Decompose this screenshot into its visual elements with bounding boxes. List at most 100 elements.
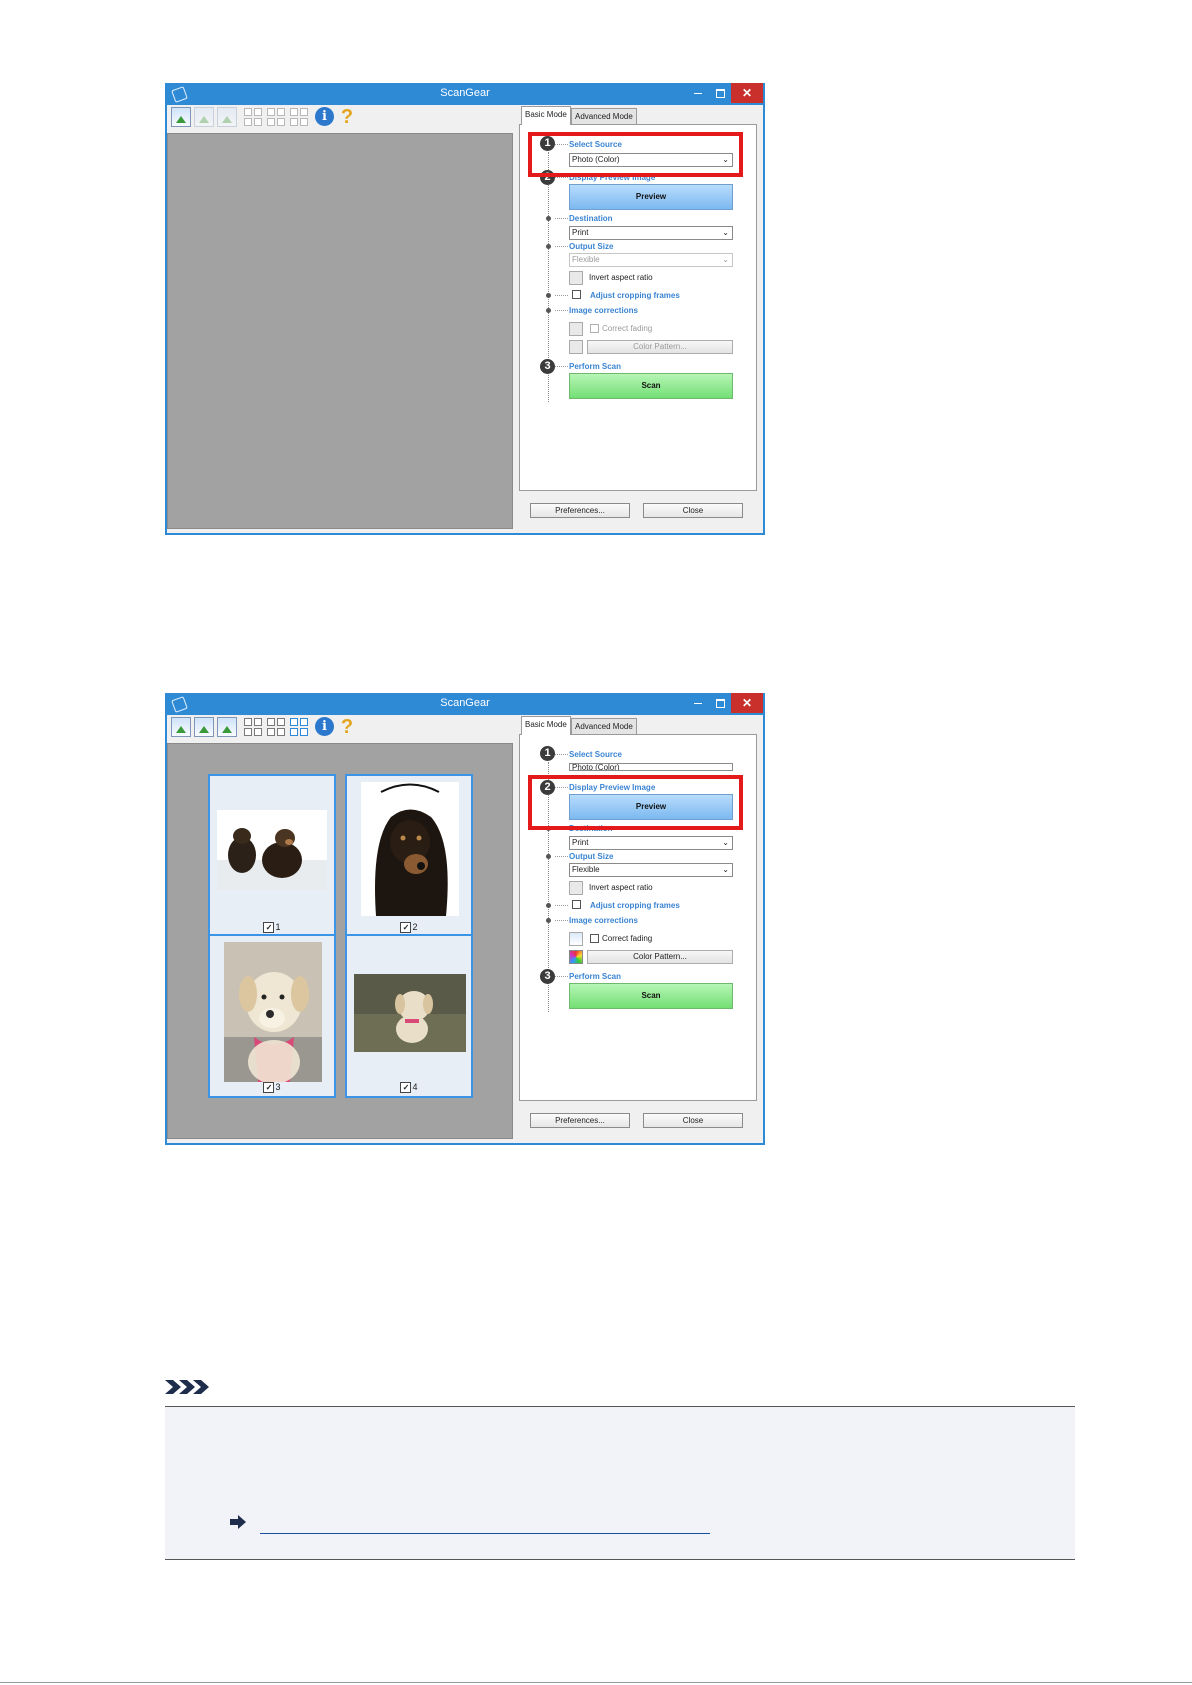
dotted-connector bbox=[555, 218, 568, 219]
title-bar: ScanGear ✕ bbox=[165, 693, 765, 715]
maximize-button[interactable] bbox=[709, 83, 731, 103]
note-link[interactable] bbox=[260, 1533, 710, 1534]
grid-tool-icon[interactable] bbox=[243, 717, 263, 737]
toolbar: i ? bbox=[169, 107, 509, 131]
scan-button[interactable]: Scan bbox=[569, 373, 733, 399]
destination-value: Print bbox=[572, 838, 589, 847]
destination-combo[interactable]: Print ⌄ bbox=[569, 836, 733, 850]
preferences-button[interactable]: Preferences... bbox=[530, 1113, 630, 1128]
photo-tool-icon[interactable] bbox=[171, 717, 191, 737]
page-footer-line bbox=[0, 1682, 1192, 1683]
dotted-connector bbox=[555, 366, 568, 367]
dotted-connector bbox=[555, 295, 568, 296]
grid-tool-icon[interactable] bbox=[289, 107, 309, 127]
chevron-down-icon: ⌄ bbox=[722, 255, 729, 264]
tab-basic-mode[interactable]: Basic Mode bbox=[521, 106, 571, 125]
dotted-connector bbox=[555, 246, 568, 247]
preview-button[interactable]: Preview bbox=[569, 184, 733, 210]
color-pattern-button[interactable]: Color Pattern... bbox=[587, 950, 733, 964]
thumbnail-number: 3 bbox=[275, 1081, 281, 1092]
photo-tool-icon[interactable] bbox=[217, 107, 237, 127]
dotted-connector bbox=[555, 177, 568, 178]
select-source-label: Select Source bbox=[569, 750, 622, 759]
correct-fading-label: Correct fading bbox=[602, 324, 653, 333]
maximize-button[interactable] bbox=[709, 693, 731, 713]
highlight-display-preview bbox=[528, 775, 743, 830]
correct-fading-icon bbox=[569, 322, 583, 336]
scan-button[interactable]: Scan bbox=[569, 983, 733, 1009]
dotted-connector bbox=[555, 754, 568, 755]
photo-tool-icon[interactable] bbox=[217, 717, 237, 737]
grid-tool-icon[interactable] bbox=[243, 107, 263, 127]
note-divider-bottom bbox=[165, 1559, 1075, 1560]
step-dot bbox=[546, 903, 551, 908]
thumbnail-4[interactable]: ✓ 4 bbox=[345, 934, 473, 1098]
thumbnail-checkbox[interactable]: ✓ 2 bbox=[347, 922, 471, 933]
thumbnail-checkbox[interactable]: ✓ 4 bbox=[347, 1082, 471, 1093]
photo-labrador-close bbox=[224, 942, 322, 1082]
minimize-button[interactable] bbox=[687, 693, 709, 713]
thumbnail-1[interactable]: ✓ 1 bbox=[208, 774, 336, 938]
thumbnail-2[interactable]: ✓ 2 bbox=[345, 774, 473, 938]
image-corrections-label: Image corrections bbox=[569, 306, 638, 315]
title-bar: ScanGear ✕ bbox=[165, 83, 765, 105]
dotted-connector bbox=[555, 310, 568, 311]
correct-fading-checkbox[interactable] bbox=[590, 324, 599, 333]
minimize-icon bbox=[694, 92, 702, 94]
output-size-combo[interactable]: Flexible ⌄ bbox=[569, 253, 733, 267]
grid-tool-icon[interactable] bbox=[266, 107, 286, 127]
thumbnail-checkbox[interactable]: ✓ 3 bbox=[210, 1082, 334, 1093]
adjust-cropping-checkbox[interactable] bbox=[572, 290, 581, 299]
preview-area[interactable]: ✓ 1 ✓ 2 ✓ 3 ✓ 4 bbox=[167, 743, 513, 1139]
dotted-connector bbox=[555, 976, 568, 977]
photo-tool-icon[interactable] bbox=[194, 107, 214, 127]
thumbnail-number: 1 bbox=[275, 921, 281, 932]
step-number-1: 1 bbox=[540, 746, 555, 761]
photo-tool-icon[interactable] bbox=[194, 717, 214, 737]
close-button[interactable]: Close bbox=[643, 503, 743, 518]
color-pattern-button[interactable]: Color Pattern... bbox=[587, 340, 733, 354]
tab-basic-mode[interactable]: Basic Mode bbox=[521, 716, 571, 735]
info-icon[interactable]: i bbox=[315, 717, 334, 736]
info-icon[interactable]: i bbox=[315, 107, 334, 126]
help-icon[interactable]: ? bbox=[337, 107, 357, 127]
thumbnail-3[interactable]: ✓ 3 bbox=[208, 934, 336, 1098]
step-number-3: 3 bbox=[540, 359, 555, 374]
adjust-cropping-checkbox[interactable] bbox=[572, 900, 581, 909]
preferences-button[interactable]: Preferences... bbox=[530, 503, 630, 518]
step-dot bbox=[546, 308, 551, 313]
step-dot bbox=[546, 216, 551, 221]
grid-tool-icon[interactable] bbox=[289, 717, 309, 737]
output-size-label: Output Size bbox=[569, 852, 614, 861]
note-box bbox=[165, 1407, 1075, 1559]
invert-aspect-icon[interactable] bbox=[569, 271, 583, 285]
tab-advanced-mode[interactable]: Advanced Mode bbox=[571, 718, 637, 734]
select-source-combo[interactable]: Photo (Color) bbox=[569, 763, 733, 771]
adjust-cropping-label: Adjust cropping frames bbox=[590, 291, 680, 300]
dotted-connector bbox=[555, 905, 568, 906]
invert-aspect-label: Invert aspect ratio bbox=[589, 273, 653, 282]
maximize-icon bbox=[715, 698, 725, 708]
minimize-button[interactable] bbox=[687, 83, 709, 103]
dotted-connector bbox=[555, 856, 568, 857]
output-size-value: Flexible bbox=[572, 865, 600, 874]
grid-tool-icon[interactable] bbox=[266, 717, 286, 737]
tab-advanced-mode[interactable]: Advanced Mode bbox=[571, 108, 637, 124]
minimize-icon bbox=[694, 702, 702, 704]
photo-tool-icon[interactable] bbox=[171, 107, 191, 127]
destination-value: Print bbox=[572, 228, 589, 237]
invert-aspect-icon[interactable] bbox=[569, 881, 583, 895]
correct-fading-checkbox[interactable] bbox=[590, 934, 599, 943]
output-size-combo[interactable]: Flexible ⌄ bbox=[569, 863, 733, 877]
close-window-button[interactable]: ✕ bbox=[731, 693, 763, 713]
maximize-icon bbox=[715, 88, 725, 98]
preview-area[interactable] bbox=[167, 133, 513, 529]
close-button[interactable]: Close bbox=[643, 1113, 743, 1128]
destination-combo[interactable]: Print ⌄ bbox=[569, 226, 733, 240]
close-icon: ✕ bbox=[741, 86, 753, 100]
highlight-select-source bbox=[528, 132, 743, 177]
thumbnail-checkbox[interactable]: ✓ 1 bbox=[210, 922, 334, 933]
close-window-button[interactable]: ✕ bbox=[731, 83, 763, 103]
step-dot bbox=[546, 244, 551, 249]
help-icon[interactable]: ? bbox=[337, 717, 357, 737]
